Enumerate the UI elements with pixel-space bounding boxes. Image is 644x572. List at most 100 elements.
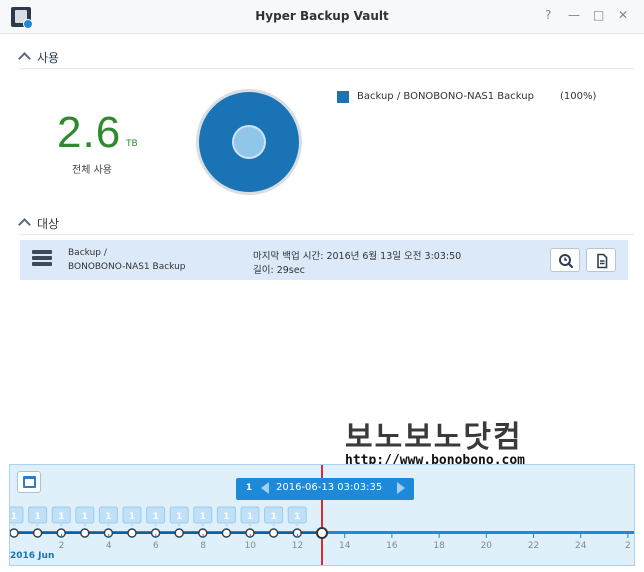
day-label: 2 [59,541,65,551]
window-gap [0,282,644,460]
view-log-button[interactable] [586,248,616,272]
version-badge-pointer [105,523,112,527]
log-icon [597,253,608,269]
usage-divider [20,68,634,69]
version-badge[interactable]: 1 [98,506,118,527]
version-badge-pointer [270,523,277,527]
usage-section-title: 사용 [37,51,60,65]
backup-duration: 길이: 29sec [253,265,305,276]
version-badge-count: 1 [82,512,88,522]
version-badge[interactable]: 1 [10,506,24,527]
version-node[interactable] [10,528,19,538]
version-badge[interactable]: 1 [75,506,95,527]
next-version-icon[interactable] [397,482,405,494]
current-version-node[interactable] [316,527,328,539]
total-usage-value: 2.6 [57,108,122,157]
help-icon[interactable]: ? [545,8,551,22]
backup-explorer-button[interactable] [550,248,580,272]
version-badge-count: 1 [34,512,40,522]
version-badge-count: 1 [294,512,300,522]
version-badge[interactable]: 1 [264,506,284,527]
legend-color-swatch [337,91,349,103]
version-node[interactable] [127,528,137,538]
version-badge-pointer [223,523,230,527]
server-icon [32,250,52,268]
version-badge-pointer [152,523,159,527]
chevron-up-icon [18,52,31,65]
day-label: 18 [433,541,445,551]
version-badge[interactable]: 1 [169,506,189,527]
version-badge-count: 1 [105,512,111,522]
pie-center [234,127,264,157]
day-label: 6 [153,541,159,551]
target-section-title: 대상 [37,217,60,231]
version-badge-pointer [294,523,301,527]
version-node[interactable] [32,528,43,538]
version-node[interactable] [174,528,184,538]
version-badge-count: 1 [152,512,158,522]
usage-section-header[interactable]: 사용 [18,49,60,66]
version-badge-pointer [199,523,206,527]
version-badge-count: 1 [200,512,206,522]
version-badge[interactable]: 1 [193,506,213,527]
usage-pie-chart [196,89,302,195]
version-badge-count: 1 [270,512,276,522]
version-badge-count: 1 [176,512,182,522]
version-node[interactable] [221,528,232,538]
day-label: 22 [528,541,539,551]
version-badge-pointer [176,523,183,527]
version-badge-pointer [34,523,41,527]
version-badge-count: 1 [129,512,135,522]
version-badge-pointer [129,523,135,527]
version-badge[interactable]: 1 [28,506,48,527]
version-badge[interactable]: 1 [216,506,236,527]
day-label: 4 [106,541,112,551]
version-badge-count: 1 [223,512,229,522]
version-badge[interactable]: 1 [146,506,166,527]
timeline-month-label: 2016 Jun [10,551,54,561]
day-label: 12 [292,541,303,551]
version-badge[interactable]: 1 [51,506,71,527]
backup-explorer-icon [559,254,574,269]
version-badge-pointer [81,523,88,527]
watermark-title: 보노보노닷컴 [345,420,523,455]
version-node[interactable] [80,528,90,538]
title-bar: Hyper Backup Vault ? — □ ✕ [0,0,644,34]
version-badge-count: 1 [11,512,17,522]
target-divider [20,234,634,235]
target-row[interactable]: Backup / BONOBONO-NAS1 Backup 마지막 백업 시간:… [20,240,628,280]
version-badge[interactable]: 1 [287,506,307,527]
version-timeline[interactable]: 1111111111111 2 4 6 8 10 12 14 16 18 20 22 24 2 2016… [9,464,635,566]
maximize-icon[interactable]: □ [593,8,604,22]
version-badge-count: 1 [247,512,253,522]
version-badge[interactable]: 1 [240,506,260,527]
chevron-up-icon [18,218,31,231]
version-badge-pointer [11,523,17,527]
close-icon[interactable]: ✕ [618,8,628,22]
day-label: 2 [625,541,631,551]
prev-version-icon[interactable] [261,482,269,494]
legend-percent: (100%) [560,91,597,102]
version-node[interactable] [268,528,279,538]
total-usage-label: 전체 사용 [72,165,112,176]
target-name-line1: Backup / [68,248,107,258]
day-label: 10 [245,541,257,551]
selected-version-date: 2016-06-13 03:03:35 [276,482,383,493]
version-badge-pointer [58,523,65,527]
version-badge[interactable]: 1 [122,506,142,527]
day-label: 20 [481,541,493,551]
version-navigator: 1 2016-06-13 03:03:35 [236,478,414,500]
last-backup-time: 마지막 백업 시간: 2016년 6월 13일 오전 3:03:50 [253,251,462,262]
minimize-icon[interactable]: — [568,8,580,22]
target-name-line2: BONOBONO-NAS1 Backup [68,262,186,272]
day-label: 24 [575,541,587,551]
version-count-badge: 1 [245,483,253,493]
day-label: 16 [386,541,398,551]
total-usage-unit: TB [126,139,138,149]
version-badge-pointer [247,523,253,527]
legend-label: Backup / BONOBONO-NAS1 Backup [357,91,534,102]
version-badge-count: 1 [58,512,64,522]
day-label: 14 [339,541,351,551]
target-section-header[interactable]: 대상 [18,215,60,232]
day-label: 8 [200,541,206,551]
